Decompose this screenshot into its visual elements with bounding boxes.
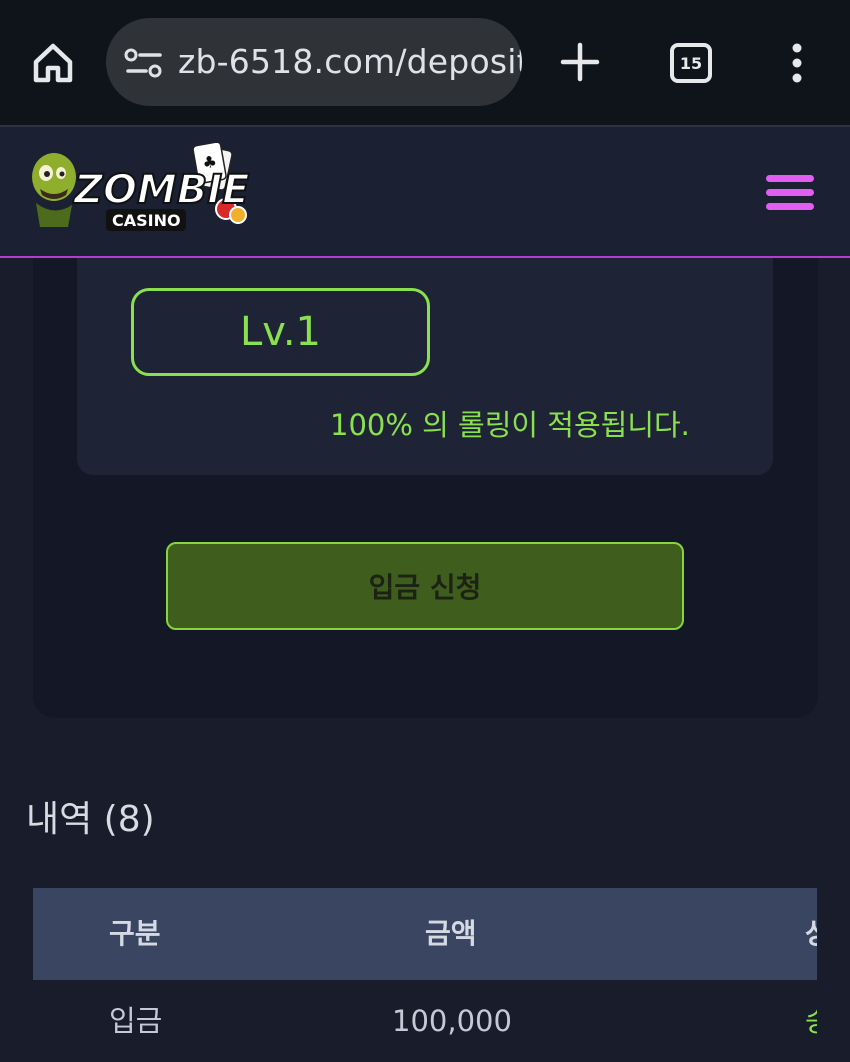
level-label: Lv.1 — [239, 309, 321, 355]
row-status: 승인 — [805, 980, 817, 1062]
browser-toolbar: zb-6518.com/deposit 15 — [0, 0, 850, 125]
column-header-amount: 금액 — [425, 917, 477, 950]
column-header-type: 구분 — [109, 917, 161, 950]
level-badge: Lv.1 — [131, 288, 430, 376]
new-tab-icon[interactable] — [558, 40, 602, 84]
address-bar[interactable]: zb-6518.com/deposit — [106, 18, 522, 106]
site-settings-icon[interactable] — [124, 48, 164, 78]
rolling-notice: 100% 의 롤링이 적용됩니다. — [330, 408, 690, 442]
table-header: 구분 금액 상태 — [33, 888, 817, 980]
more-vert-icon[interactable] — [788, 42, 806, 84]
column-header-status: 상태 — [805, 888, 817, 980]
site-header: ♠ ♣ ZOMBIE CASINO — [0, 125, 850, 258]
tab-count: 15 — [679, 53, 703, 73]
history-table: 구분 금액 상태 입금 100,000 승인 — [33, 888, 817, 1062]
url-text[interactable]: zb-6518.com/deposit — [178, 42, 522, 81]
deposit-submit-button[interactable]: 입금 신청 — [166, 542, 684, 630]
deposit-submit-label: 입금 신청 — [368, 571, 482, 604]
row-type: 입금 — [109, 1004, 163, 1038]
zombie-casino-logo[interactable]: ♠ ♣ ZOMBIE CASINO — [28, 143, 252, 241]
logo-wordmark: ZOMBIE — [72, 167, 250, 213]
history-title: 내역 (8) — [26, 799, 155, 840]
tab-switcher-icon[interactable]: 15 — [670, 43, 712, 83]
row-amount: 100,000 — [392, 1004, 512, 1038]
hamburger-icon[interactable] — [764, 173, 816, 213]
home-icon[interactable] — [30, 40, 76, 86]
logo-subtext: CASINO — [112, 211, 181, 230]
